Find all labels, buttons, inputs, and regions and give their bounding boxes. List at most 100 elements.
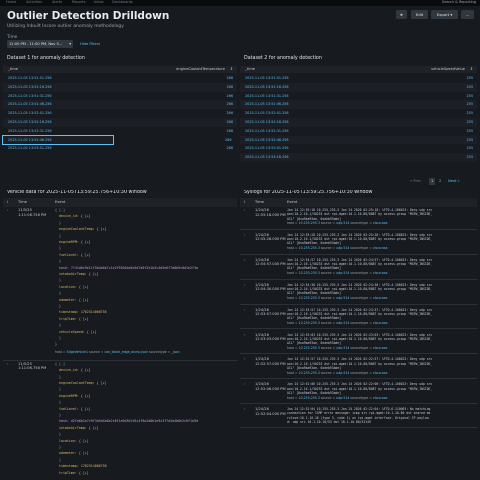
row-time[interactable]: 2025-11-05 13:51:46.256 — [8, 100, 52, 109]
table-row[interactable]: 2025-11-05 13:51:16.256 255 — [240, 82, 477, 92]
row-time[interactable]: 2025-11-05 13:51:16.256 — [8, 83, 52, 92]
table-row[interactable]: 2025-11-05 13:52:31.256 266 — [3, 127, 237, 136]
app-name[interactable]: Search & Reporting — [442, 0, 476, 5]
expand-icon[interactable]: › — [244, 382, 245, 386]
export-button[interactable]: Export ▾ — [431, 10, 458, 19]
expand-icon[interactable]: › — [7, 208, 8, 212]
row-time[interactable]: 2025-11-05 13:52:01.256 — [8, 109, 52, 118]
json-brace[interactable]: { [-] — [55, 362, 65, 366]
table-row[interactable]: 2025-11-05 13:52:01.256 255 — [240, 109, 477, 118]
time-range-picker[interactable]: 12:00 PM - 11:00 PM, Nov 5... ▾ — [7, 40, 73, 48]
row-value[interactable]: 266 — [227, 74, 233, 83]
field-host-value[interactable]: 10.255.255.3 — [299, 371, 320, 375]
nav-item-activities[interactable]: Activities — [26, 0, 42, 5]
expand-icon[interactable]: › — [244, 308, 245, 312]
nav-item-alerts[interactable]: Alerts — [52, 0, 62, 5]
nav-item-reports[interactable]: Reports — [72, 0, 85, 5]
row-time[interactable]: 2025-11-05 13:51:01.256 — [8, 74, 52, 83]
field-host-value[interactable]: 10.255.255.3 — [299, 271, 320, 275]
json-key[interactable]: fuelLevel: { [+] — [59, 253, 91, 257]
field-sourcetype-value[interactable]: cisco:asa — [373, 221, 388, 225]
table-row[interactable]: 2025-11-05 13:53:16.256 255 — [240, 153, 477, 162]
field-host-value[interactable]: 10.255.255.3 — [299, 221, 320, 225]
row-time[interactable]: 2025-11-05 13:52:31.256 — [245, 127, 289, 136]
hide-filters-link[interactable]: Hide Filters — [80, 40, 100, 48]
more-actions-button[interactable]: ... — [461, 10, 474, 19]
row-value[interactable]: 255 — [467, 153, 473, 162]
row-value[interactable]: 255 — [467, 136, 473, 145]
field-source-value[interactable]: udp:514 — [336, 321, 349, 325]
field-sourcetype-value[interactable]: cisco:asa — [373, 396, 388, 400]
row-time[interactable]: 2025-11-05 13:51:31.256 — [8, 92, 52, 101]
table-row[interactable]: 2025-11-05 13:53:01.256 255 — [240, 144, 477, 153]
row-time[interactable]: 2025-11-05 13:51:01.256 — [245, 74, 289, 83]
json-key[interactable]: odometer: { [+] — [59, 298, 89, 302]
col-header-time[interactable]: _time — [245, 66, 255, 73]
row-time[interactable]: 2025-11-05 13:52:46.256 — [245, 136, 289, 145]
field-sourcetype-value[interactable]: cisco:asa — [373, 271, 388, 275]
table-row[interactable]: 2025-11-05 13:52:46.256 255 — [240, 135, 477, 145]
sort-icon[interactable]: ⇕ — [230, 66, 233, 73]
json-key[interactable]: tripTime: { [+] — [59, 471, 89, 475]
json-key[interactable]: device_id: { [+] — [59, 368, 91, 372]
json-key[interactable]: engineCoolantTemp: { [+] — [59, 381, 107, 385]
nav-item-home[interactable]: Home — [6, 0, 16, 5]
json-key[interactable]: engineCoolantTemp: { [+] — [59, 227, 107, 231]
row-time[interactable]: 2025-11-05 13:53:01.256 — [8, 144, 52, 153]
row-value[interactable]: 266 — [227, 109, 233, 118]
row-value[interactable]: 255 — [467, 118, 473, 127]
field-sourcetype-value[interactable]: cisco:asa — [373, 346, 388, 350]
field-source-value[interactable]: udp:514 — [336, 371, 349, 375]
field-sourcetype-value[interactable]: _json — [171, 350, 179, 354]
json-key[interactable]: device_id: { [+] — [59, 214, 91, 218]
field-sourcetype-value[interactable]: cisco:asa — [373, 246, 388, 250]
nav-item-dashboards[interactable]: Dashboards — [112, 0, 133, 5]
edit-button[interactable]: Edit — [411, 10, 428, 19]
nav-item-inbox[interactable]: Inbox — [94, 0, 104, 5]
row-time[interactable]: 2025-11-05 13:52:31.256 — [8, 127, 52, 136]
col-header-value[interactable]: vehicleSpeedValue — [431, 66, 465, 73]
row-time[interactable]: 2025-11-05 13:51:31.256 — [245, 92, 289, 101]
row-value[interactable]: 266 — [227, 83, 233, 92]
prev-page-link[interactable]: « Prev — [410, 178, 421, 185]
field-host-value[interactable]: 10.255.255.3 — [299, 346, 320, 350]
field-host-value[interactable]: 10.255.255.3 — [299, 396, 320, 400]
expand-icon[interactable]: › — [244, 233, 245, 237]
sort-icon[interactable]: ⇕ — [470, 66, 473, 73]
row-value[interactable]: 266 — [227, 144, 233, 153]
expand-icon[interactable]: › — [244, 208, 245, 212]
page-2-link[interactable]: 2 — [439, 178, 441, 185]
row-value[interactable]: 255 — [467, 92, 473, 101]
row-value[interactable]: 255 — [467, 109, 473, 118]
field-source-value[interactable]: udp:514 — [336, 346, 349, 350]
json-key[interactable]: engineRPM: { [+] — [59, 240, 91, 244]
field-source-value[interactable]: udp:514 — [336, 296, 349, 300]
favorite-star-button[interactable]: ★ — [396, 10, 407, 19]
expand-icon[interactable]: › — [7, 362, 8, 366]
expand-icon[interactable]: › — [244, 258, 245, 262]
table-row[interactable]: 2025-11-05 13:52:16.256 266 — [3, 118, 237, 127]
json-key[interactable]: location: { [+] — [59, 285, 89, 289]
row-value[interactable]: 266 — [227, 127, 233, 136]
json-key[interactable]: intakeAirTemp: { [+] — [59, 426, 99, 430]
row-time[interactable]: 2025-11-05 13:53:01.256 — [245, 144, 289, 153]
row-value[interactable]: 255 — [467, 74, 473, 83]
json-key[interactable]: intakeAirTemp: { [+] — [59, 272, 99, 276]
field-host-value[interactable]: 10.255.255.3 — [299, 296, 320, 300]
field-sourcetype-value[interactable]: cisco:asa — [373, 296, 388, 300]
col-header-time[interactable]: _time — [8, 66, 18, 73]
table-row[interactable]: 2025-11-05 13:52:01.256 266 — [3, 109, 237, 118]
field-host-value[interactable]: 10.255.255.3 — [299, 246, 320, 250]
field-sourcetype-value[interactable]: cisco:asa — [373, 321, 388, 325]
row-value[interactable]: 266 — [225, 136, 231, 145]
page-1-link[interactable]: 1 — [429, 178, 436, 185]
field-host-value[interactable]: EdgeVehicle1 — [67, 350, 88, 354]
expand-icon[interactable]: › — [244, 357, 245, 361]
field-sourcetype-value[interactable]: cisco:asa — [373, 371, 388, 375]
table-row[interactable]: 2025-11-05 13:52:16.256 255 — [240, 118, 477, 127]
row-time[interactable]: 2025-11-05 13:51:16.256 — [245, 83, 289, 92]
expand-icon[interactable]: › — [244, 333, 245, 337]
json-key[interactable]: fuelLevel: { [+] — [59, 407, 91, 411]
json-key[interactable]: odometer: { [+] — [59, 451, 89, 455]
expand-icon[interactable]: › — [244, 283, 245, 287]
